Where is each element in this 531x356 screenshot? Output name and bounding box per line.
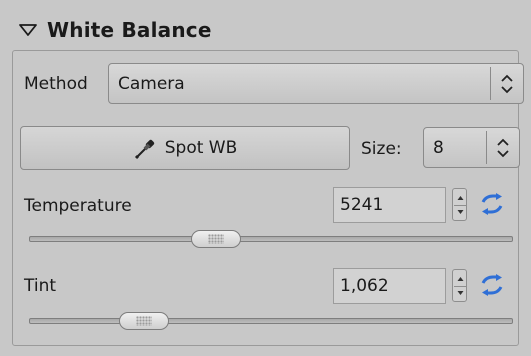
section-header[interactable]: White Balance: [12, 10, 517, 50]
temperature-value: 5241: [340, 195, 384, 215]
tint-spin-buttons[interactable]: [452, 269, 467, 302]
spot-wb-label: Spot WB: [164, 138, 238, 158]
temperature-reset-icon[interactable]: [480, 193, 504, 215]
temperature-slider-handle[interactable]: [191, 230, 241, 248]
grip-icon: [208, 234, 224, 244]
tint-value: 1,062: [340, 276, 389, 296]
temperature-slider-track[interactable]: [29, 236, 513, 242]
combo-separator: [486, 131, 487, 164]
temperature-spin-buttons[interactable]: [452, 188, 467, 221]
size-label: Size:: [361, 139, 402, 159]
tint-label: Tint: [24, 276, 57, 296]
eyedropper-icon: [134, 139, 154, 160]
temperature-label: Temperature: [24, 196, 132, 216]
updown-arrows-icon: [497, 138, 509, 157]
tint-reset-icon[interactable]: [480, 274, 504, 296]
combo-separator: [490, 67, 491, 100]
size-select[interactable]: 8: [423, 127, 520, 168]
tint-slider-track[interactable]: [29, 318, 513, 324]
grip-icon: [136, 316, 152, 326]
section-title: White Balance: [47, 18, 212, 42]
spot-wb-button[interactable]: Spot WB: [20, 126, 350, 170]
method-select-value: Camera: [118, 73, 185, 94]
tint-slider-handle[interactable]: [119, 312, 169, 330]
method-label: Method: [24, 74, 88, 94]
updown-arrows-icon: [501, 74, 513, 93]
tint-input[interactable]: 1,062: [333, 268, 446, 304]
size-select-value: 8: [433, 137, 444, 158]
triangle-down-icon[interactable]: [17, 19, 39, 41]
method-select[interactable]: Camera: [108, 63, 524, 104]
temperature-input[interactable]: 5241: [333, 187, 446, 223]
